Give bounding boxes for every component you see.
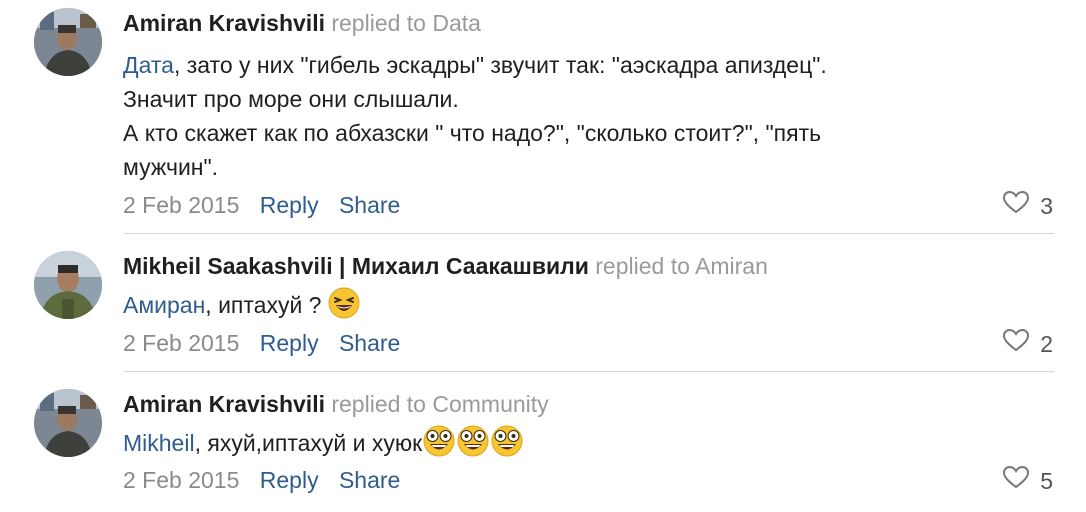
laughing-emoji-icon xyxy=(328,287,360,328)
comment-text: Значит про море они слышали. xyxy=(123,86,459,112)
reply-button[interactable]: Reply xyxy=(260,330,319,356)
reply-button[interactable]: Reply xyxy=(260,192,319,218)
author-name[interactable]: Amiran Kravishvili xyxy=(123,391,325,417)
share-button[interactable]: Share xyxy=(339,467,400,493)
heart-icon[interactable] xyxy=(1002,328,1030,359)
comment-line: мужчин". xyxy=(123,150,1054,184)
avatar[interactable] xyxy=(34,8,102,76)
comment-date[interactable]: 2 Feb 2015 xyxy=(123,330,239,356)
comment-body: Амиран, иптахуй ? xyxy=(123,287,1054,328)
author-name[interactable]: Mikheil Saakashvili | Михаил Саакашвили xyxy=(123,253,589,279)
avatar-photo xyxy=(34,8,102,76)
avatar-photo xyxy=(34,251,102,319)
share-button[interactable]: Share xyxy=(339,192,400,218)
crazy-face-icon xyxy=(490,425,524,466)
comment-text: мужчин". xyxy=(123,154,219,180)
comment-text: , зато у них "гибель эскадры" звучит так… xyxy=(173,52,827,78)
crazy-face-icon xyxy=(422,425,456,466)
comment-text: , яхуй,иптахуй и хуюк xyxy=(194,430,423,456)
avatar[interactable] xyxy=(34,251,102,319)
comment-meta: 2 Feb 2015 Reply Share xyxy=(123,328,414,358)
comment-header: Mikheil Saakashvili | Михаил Саакашвили … xyxy=(123,251,1054,281)
like-count: 3 xyxy=(1040,192,1053,219)
replied-to[interactable]: replied to Data xyxy=(331,10,481,36)
comment-meta: 2 Feb 2015 Reply Share xyxy=(123,465,414,495)
mention-link[interactable]: Дата xyxy=(123,52,174,78)
like-counter: 3 xyxy=(1002,190,1053,221)
comment-body: Дата, зато у них "гибель эскадры" звучит… xyxy=(123,48,1054,184)
replied-to[interactable]: replied to Amiran xyxy=(595,253,768,279)
comment-date[interactable]: 2 Feb 2015 xyxy=(123,467,239,493)
comment-text: А кто скажет как по абхазски " что надо?… xyxy=(123,120,822,146)
divider xyxy=(123,371,1054,372)
like-count: 2 xyxy=(1040,330,1053,357)
mention-link[interactable]: Mikheil xyxy=(123,430,195,456)
comment-text: , иптахуй ? xyxy=(205,292,328,318)
like-counter: 2 xyxy=(1002,328,1053,359)
avatar-photo xyxy=(34,389,102,457)
like-count: 5 xyxy=(1040,467,1053,494)
share-button[interactable]: Share xyxy=(339,330,400,356)
replied-to[interactable]: replied to Community xyxy=(331,391,548,417)
heart-icon[interactable] xyxy=(1002,190,1030,221)
divider xyxy=(123,233,1054,234)
heart-icon[interactable] xyxy=(1002,465,1030,496)
comment-date[interactable]: 2 Feb 2015 xyxy=(123,192,239,218)
avatar[interactable] xyxy=(34,389,102,457)
mention-link[interactable]: Амиран xyxy=(123,292,205,318)
reply-button[interactable]: Reply xyxy=(260,467,319,493)
crazy-face-icon xyxy=(456,425,490,466)
author-name[interactable]: Amiran Kravishvili xyxy=(123,10,325,36)
comment-line: А кто скажет как по абхазски " что надо?… xyxy=(123,116,1054,150)
comment-header: Amiran Kravishvili replied to Community xyxy=(123,389,1054,419)
like-counter: 5 xyxy=(1002,465,1053,496)
comment-line: Значит про море они слышали. xyxy=(123,82,1054,116)
comment-header: Amiran Kravishvili replied to Data xyxy=(123,8,1054,38)
comment-meta: 2 Feb 2015 Reply Share xyxy=(123,190,414,220)
comment-body: Mikheil, яхуй,иптахуй и хуюк xyxy=(123,425,1054,466)
comment-line: Дата, зато у них "гибель эскадры" звучит… xyxy=(123,48,1054,82)
